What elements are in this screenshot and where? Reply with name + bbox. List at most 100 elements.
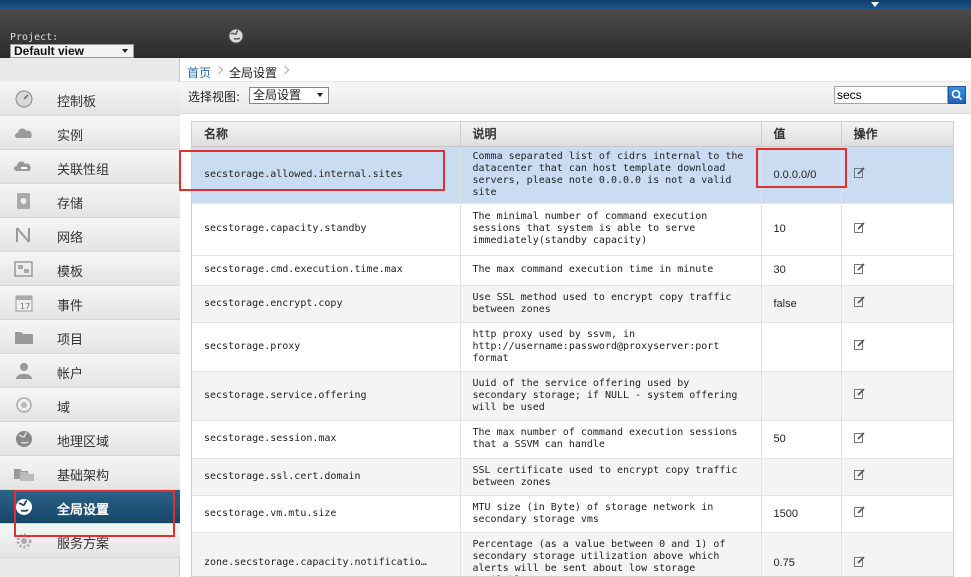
setting-value[interactable]: 1500 (761, 495, 842, 533)
view-select[interactable]: 全局设置 (249, 87, 329, 104)
sidebar-item-label: 基础架构 (57, 469, 110, 484)
setting-description: The max number of command execution sess… (460, 420, 762, 459)
storage-icon (13, 192, 35, 210)
sidebar-item-dashboard[interactable]: 控制板 (0, 82, 180, 116)
annotation-box-value (756, 148, 847, 188)
chevron-right-icon (214, 65, 224, 75)
infrastructure-icon (13, 464, 35, 482)
sidebar-item-label: 域 (57, 401, 71, 416)
setting-actions (841, 146, 953, 204)
setting-name: secstorage.proxy (192, 322, 461, 372)
setting-value[interactable] (761, 322, 842, 372)
setting-value[interactable]: false (761, 285, 842, 323)
sidebar-item-label: 网络 (57, 231, 84, 246)
setting-value[interactable] (761, 458, 842, 496)
edit-icon[interactable] (853, 221, 865, 233)
setting-actions (841, 255, 953, 286)
sidebar-item-label: 事件 (57, 299, 84, 314)
column-header-actions: 操作 (841, 122, 953, 147)
table-row[interactable]: secstorage.capacity.standby The minimal … (192, 203, 953, 256)
sidebar-item-storage[interactable]: 存储 (0, 184, 180, 218)
header (0, 10, 971, 58)
sidebar-item-affinity-groups[interactable]: 关联性组 (0, 150, 180, 184)
setting-value[interactable]: 50 (761, 420, 842, 459)
table-row[interactable]: secstorage.vm.mtu.size MTU size (in Byte… (192, 495, 953, 533)
setting-description: The minimal number of command execution … (460, 203, 762, 256)
view-select-label: 选择视图: (188, 90, 241, 104)
setting-value[interactable] (761, 371, 842, 421)
dashboard-icon (13, 90, 35, 108)
setting-actions (841, 285, 953, 323)
sidebar-item-events[interactable]: 17 事件 (0, 286, 180, 320)
sidebar-item-domains[interactable]: 域 (0, 388, 180, 422)
sidebar-item-regions[interactable]: 地理区域 (0, 422, 180, 456)
setting-name: secstorage.ssl.cert.domain (192, 458, 461, 496)
setting-value[interactable]: 10 (761, 203, 842, 256)
table-row[interactable]: secstorage.ssl.cert.domain SSL certifica… (192, 458, 953, 496)
sidebar-item-label: 帐户 (57, 367, 84, 382)
table-row[interactable]: secstorage.proxy http proxy used by ssvm… (192, 322, 953, 372)
edit-icon[interactable] (853, 167, 865, 178)
setting-value[interactable]: 0.75 (761, 532, 842, 576)
column-header-description[interactable]: 说明 (460, 122, 762, 147)
setting-actions (841, 371, 953, 421)
toolbar: 选择视图: 全局设置 (180, 82, 971, 114)
chevron-down-icon (122, 49, 128, 53)
search-button[interactable] (948, 86, 966, 104)
setting-name: secstorage.capacity.standby (192, 203, 461, 256)
folder-icon (13, 328, 35, 346)
sidebar-item-label: 模板 (57, 265, 84, 280)
globe-icon[interactable] (228, 28, 244, 44)
chevron-right-icon (280, 65, 290, 75)
column-header-value[interactable]: 值 (761, 122, 842, 147)
edit-icon[interactable] (853, 262, 865, 274)
setting-description: SSL certificate used to encrypt copy tra… (460, 458, 762, 496)
sidebar-item-network[interactable]: 网络 (0, 218, 180, 252)
sidebar-item-accounts[interactable]: 帐户 (0, 354, 180, 388)
sidebar-item-infrastructure[interactable]: 基础架构 (0, 456, 180, 490)
project-select[interactable]: Default view (10, 44, 134, 58)
setting-description: The max command execution time in minute (460, 255, 762, 286)
setting-actions (841, 322, 953, 372)
breadcrumb-home[interactable]: 首页 (187, 64, 211, 81)
setting-name: secstorage.cmd.execution.time.max (192, 255, 461, 286)
setting-description: Percentage (as a value between 0 and 1) … (460, 532, 762, 576)
calendar-icon: 17 (13, 294, 35, 312)
edit-icon[interactable] (853, 431, 865, 443)
sidebar-item-projects[interactable]: 项目 (0, 320, 180, 354)
table-row[interactable]: secstorage.service.offering Uuid of the … (192, 371, 953, 421)
search-input[interactable] (834, 86, 948, 104)
svg-text:17: 17 (20, 302, 30, 311)
table-row[interactable]: secstorage.cmd.execution.time.max The ma… (192, 255, 953, 286)
setting-name: secstorage.vm.mtu.size (192, 495, 461, 533)
annotation-box-name (179, 150, 445, 191)
template-icon (13, 260, 35, 278)
edit-icon[interactable] (853, 506, 865, 517)
table-row[interactable]: zone.secstorage.capacity.notificatio… Pe… (192, 532, 953, 576)
sidebar-item-instances[interactable]: 实例 (0, 116, 180, 150)
setting-name: secstorage.encrypt.copy (192, 285, 461, 323)
sidebar-item-label: 实例 (57, 129, 84, 144)
search-icon (951, 89, 963, 101)
setting-actions (841, 420, 953, 459)
affinity-group-icon (13, 158, 35, 176)
annotation-box-nav (14, 490, 175, 537)
edit-icon[interactable] (853, 296, 865, 307)
setting-name: secstorage.service.offering (192, 371, 461, 421)
project-select-value: Default view (14, 44, 85, 58)
sidebar-item-templates[interactable]: 模板 (0, 252, 180, 286)
edit-icon[interactable] (853, 555, 865, 567)
setting-value[interactable]: 30 (761, 255, 842, 286)
edit-icon[interactable] (853, 388, 865, 399)
edit-icon[interactable] (853, 469, 865, 480)
user-icon (13, 362, 35, 380)
dropdown-caret-icon[interactable] (871, 2, 879, 7)
globe-icon (13, 430, 35, 448)
edit-icon[interactable] (853, 339, 865, 350)
column-header-name[interactable]: 名称 (192, 122, 461, 147)
setting-description: Uuid of the service offering used by sec… (460, 371, 762, 421)
setting-actions (841, 203, 953, 256)
setting-name: secstorage.session.max (192, 420, 461, 459)
table-row[interactable]: secstorage.session.max The max number of… (192, 420, 953, 459)
table-row[interactable]: secstorage.encrypt.copy Use SSL method u… (192, 285, 953, 323)
